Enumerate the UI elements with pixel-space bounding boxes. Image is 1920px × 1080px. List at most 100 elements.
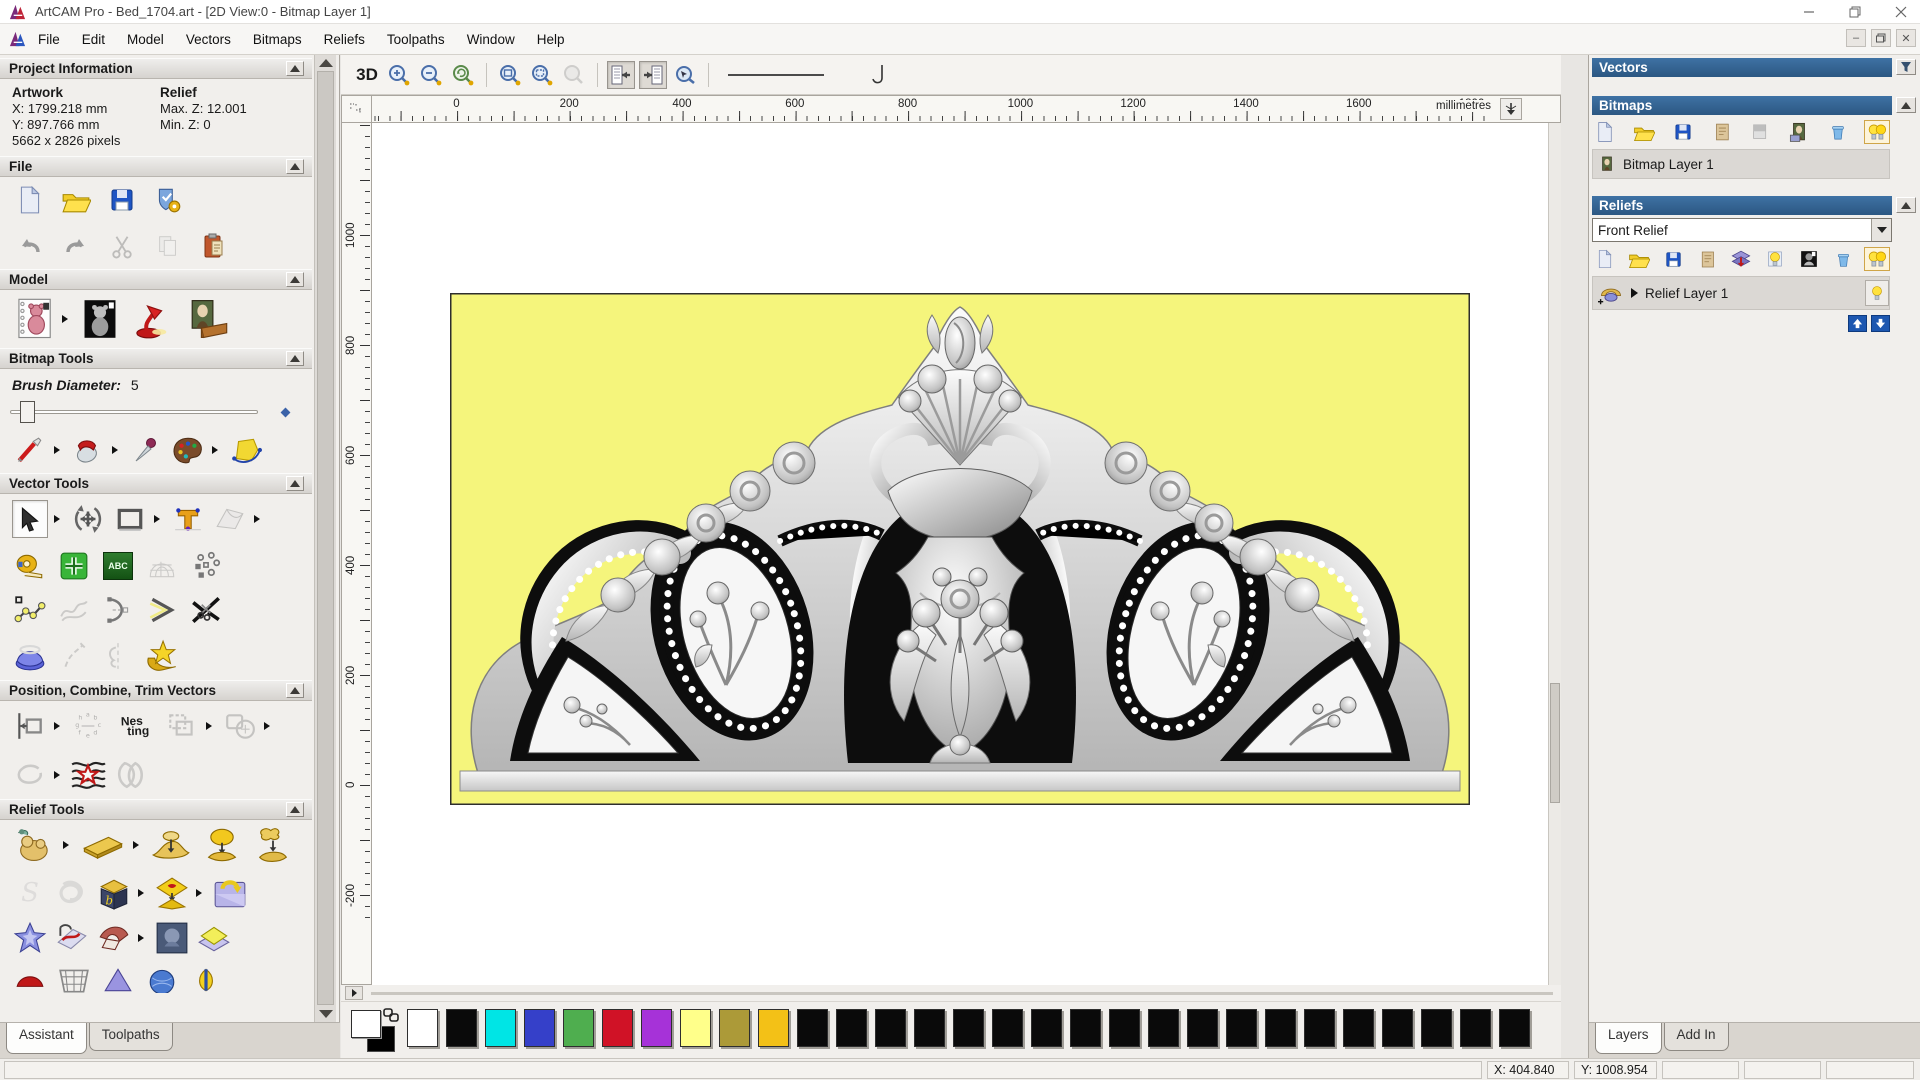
subtract-relief-tool[interactable] [199, 826, 245, 864]
vectors-header[interactable]: Vectors [1592, 58, 1916, 77]
relief-from-bitmap-button[interactable] [1694, 247, 1720, 271]
collapse-file-button[interactable] [286, 159, 304, 174]
color-swatch[interactable] [1187, 1009, 1218, 1047]
add-relief-tool[interactable] [148, 826, 194, 864]
zoom-selection-button[interactable] [560, 61, 588, 89]
canvas-vertical-scrollbar[interactable] [1548, 123, 1561, 985]
color-swatch[interactable] [953, 1009, 984, 1047]
flyout-arrow-icon[interactable] [54, 707, 64, 745]
child-minimize-icon[interactable]: – [1846, 29, 1866, 47]
create-star-relief-tool[interactable] [12, 919, 48, 957]
combo-dropdown-button[interactable] [1871, 219, 1891, 241]
paint-tool-button[interactable] [12, 431, 48, 469]
color-swatch[interactable] [1499, 1009, 1530, 1047]
paste-along-curve-tool[interactable] [188, 547, 224, 585]
spin-profile-tool[interactable] [12, 637, 48, 675]
brush-diameter-slider[interactable] [10, 401, 291, 423]
open-relief-layer-button[interactable] [1626, 247, 1652, 271]
merge-relief-tool[interactable] [250, 826, 296, 864]
fit-vectors-to-relief-tool[interactable] [70, 756, 106, 794]
pane-splitter-button[interactable] [345, 986, 363, 1000]
color-swatch[interactable] [1343, 1009, 1374, 1047]
zoom-previous-button[interactable] [449, 61, 477, 89]
flyout-arrow-icon[interactable] [112, 431, 122, 469]
slider-thumb[interactable] [20, 401, 35, 423]
color-swatch[interactable] [602, 1009, 633, 1047]
scroll-down-icon[interactable] [319, 1010, 333, 1018]
child-restore-icon[interactable] [1871, 29, 1891, 47]
save-relief-layer-button[interactable] [1660, 247, 1686, 271]
expand-arrow-icon[interactable] [1631, 288, 1638, 298]
trim-vectors-tool[interactable] [188, 591, 224, 629]
reliefs-header[interactable]: Reliefs [1592, 196, 1916, 215]
join-vectors-tool[interactable] [12, 756, 48, 794]
clipped-tool-3[interactable] [100, 961, 136, 999]
collapse-relief-tools-button[interactable] [286, 802, 304, 817]
color-swatch[interactable] [1031, 1009, 1062, 1047]
relief-layer-visibility-button[interactable] [1865, 280, 1889, 306]
distort-grid-tool[interactable] [144, 547, 180, 585]
open-bitmap-layer-button[interactable] [1631, 120, 1657, 144]
zoom-box-button[interactable] [496, 61, 524, 89]
delete-relief-layer-button[interactable] [1830, 247, 1856, 271]
node-editing-tool[interactable] [56, 547, 92, 585]
new-bitmap-layer-button[interactable] [1592, 120, 1618, 144]
ruler-corner-box[interactable] [341, 95, 372, 123]
zoom-out-button[interactable] [417, 61, 445, 89]
clear-layer-button[interactable] [1747, 120, 1773, 144]
paste-relief-tool[interactable] [154, 874, 190, 912]
flyout-arrow-icon[interactable] [206, 707, 216, 745]
texture-relief-tool[interactable] [54, 874, 90, 912]
freehand-sketch-tool[interactable] [56, 591, 92, 629]
flyout-arrow-icon[interactable] [54, 756, 64, 794]
text-on-curve-tool[interactable]: abcdefgh [70, 707, 106, 745]
save-bitmap-layer-button[interactable] [1670, 120, 1696, 144]
offset-vectors-tool[interactable] [144, 591, 180, 629]
relief-envelope-tool[interactable] [154, 919, 190, 957]
group-vectors-tool[interactable] [164, 707, 200, 745]
color-swatch[interactable] [563, 1009, 594, 1047]
color-swatch[interactable] [797, 1009, 828, 1047]
restore-icon[interactable] [1846, 3, 1864, 21]
color-swatch[interactable] [446, 1009, 477, 1047]
color-swatch[interactable] [524, 1009, 555, 1047]
menu-help[interactable]: Help [526, 28, 576, 51]
color-swatch[interactable] [836, 1009, 867, 1047]
minimize-icon[interactable] [1800, 3, 1818, 21]
open-model-button[interactable] [58, 181, 94, 219]
color-swatch[interactable] [758, 1009, 789, 1047]
vector-library-tool[interactable]: ABC [100, 547, 136, 585]
bitmap-to-vector-button[interactable] [228, 431, 264, 469]
two-rail-sweep-tool[interactable] [56, 637, 92, 675]
create-polyline-tool[interactable] [12, 591, 48, 629]
smooth-relief-tool[interactable]: S [12, 874, 48, 912]
canvas-viewport[interactable] [372, 123, 1561, 985]
menu-reliefs[interactable]: Reliefs [313, 28, 376, 51]
primary-colour-swatch[interactable] [351, 1010, 381, 1038]
relief-set-combobox[interactable]: Front Relief [1592, 218, 1892, 242]
cut-button[interactable] [104, 227, 140, 265]
zoom-in-button[interactable] [385, 61, 413, 89]
measure-tool[interactable] [12, 547, 48, 585]
child-close-icon[interactable]: ✕ [1896, 29, 1916, 47]
interlock-vectors-tool[interactable] [112, 756, 148, 794]
toggle-bitmap-view-button[interactable] [607, 60, 635, 89]
link-colours-icon[interactable] [383, 1008, 399, 1022]
tab-layers[interactable]: Layers [1595, 1023, 1662, 1054]
close-icon[interactable] [1892, 3, 1910, 21]
collapse-position-button[interactable] [286, 683, 304, 698]
align-vectors-tool[interactable] [12, 707, 48, 745]
transform-vectors-tool[interactable] [70, 500, 106, 538]
delete-bitmap-layer-button[interactable] [1825, 120, 1851, 144]
color-swatch[interactable] [1070, 1009, 1101, 1047]
flood-fill-button[interactable] [70, 431, 106, 469]
bitmap-layer-row[interactable]: Bitmap Layer 1 [1592, 149, 1890, 179]
relief-preview-button[interactable] [1796, 247, 1822, 271]
scroll-up-icon[interactable] [319, 59, 333, 67]
flyout-arrow-icon[interactable] [54, 431, 64, 469]
save-model-button[interactable] [104, 181, 140, 219]
shape-editor-tool[interactable] [12, 826, 58, 864]
layer-visibility-button[interactable] [1762, 247, 1788, 271]
flyout-arrow-icon[interactable] [63, 826, 73, 864]
bitmaps-header[interactable]: Bitmaps [1592, 96, 1916, 115]
